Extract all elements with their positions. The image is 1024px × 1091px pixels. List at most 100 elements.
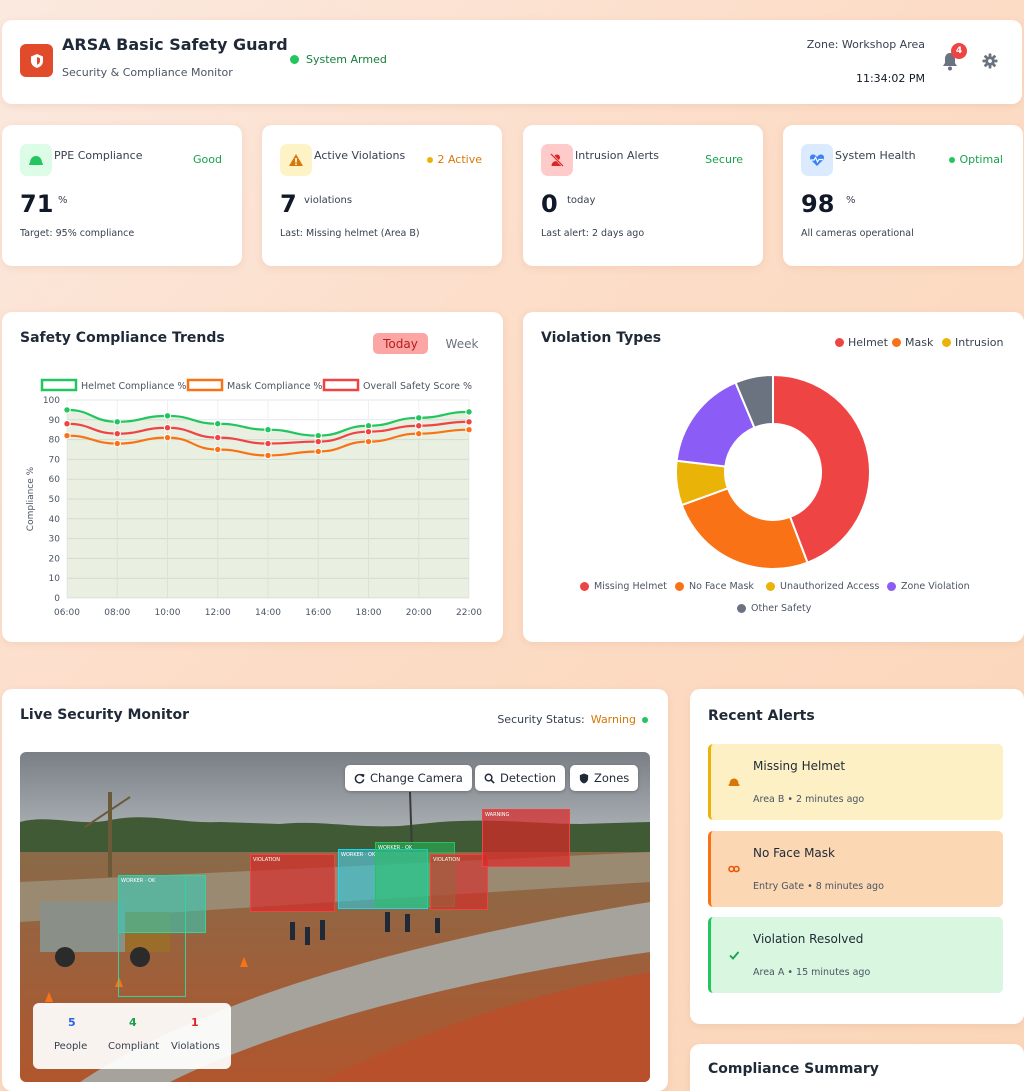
data-point <box>113 418 121 426</box>
stat-footer: Last: Missing helmet (Area B) <box>280 228 420 239</box>
notification-badge[interactable]: 4 <box>951 43 967 59</box>
legend-label: Intrusion <box>955 336 1004 349</box>
data-point <box>113 439 121 448</box>
shield-icon <box>579 772 589 784</box>
checkmark-icon <box>729 951 740 960</box>
detection-button[interactable]: Detection <box>475 765 565 791</box>
change-camera-label: Change Camera <box>370 771 463 785</box>
legend-label: Mask Compliance % <box>227 381 322 392</box>
x-tick-label: 08:00 <box>104 608 130 618</box>
donut-slice <box>680 487 809 570</box>
legend-dot-icon <box>737 604 746 613</box>
legend-label: Mask <box>905 336 934 349</box>
compliance-summary-card: Compliance Summary <box>690 1044 1024 1091</box>
x-tick-label: 06:00 <box>54 608 80 618</box>
security-status: Security Status: Warning <box>497 713 648 726</box>
zones-label: Zones <box>594 771 630 785</box>
donut-legend-item: Missing Helmet <box>580 581 667 592</box>
app-subtitle: Security & Compliance Monitor <box>62 66 233 79</box>
data-point <box>163 412 172 420</box>
legend-dot-icon <box>887 582 896 591</box>
y-tick-label: 20 <box>49 554 61 564</box>
violations-title: Violation Types <box>541 330 662 346</box>
data-point <box>415 429 423 438</box>
legend-dot-icon <box>942 338 951 347</box>
tab-today[interactable]: Today <box>373 333 428 354</box>
compliant-count: 4 <box>129 1016 137 1029</box>
x-tick-label: 20:00 <box>406 608 432 618</box>
violation-donut-chart <box>675 373 871 570</box>
legend-dot-icon <box>675 582 684 591</box>
legend-dot-icon <box>892 338 901 347</box>
data-point <box>163 433 172 442</box>
status-badge-text: 2 Active <box>437 153 482 166</box>
stat-footer: Target: 95% compliance <box>20 228 135 239</box>
status-badge: Optimal <box>949 153 1003 166</box>
detection-stats-panel: 5 People 4 Compliant 1 Violations <box>33 1003 231 1069</box>
alert-meta: Area B • 2 minutes ago <box>753 794 865 805</box>
status-dot-icon <box>290 55 299 64</box>
donut-legend-item: No Face Mask <box>675 581 754 592</box>
shield-logo-icon <box>20 44 53 77</box>
app-title: ARSA Basic Safety Guard <box>62 35 288 54</box>
stat-value: 71 <box>20 190 54 218</box>
stat-value: 7 <box>280 190 297 218</box>
legend-swatch <box>40 378 78 392</box>
stat-value: 98 <box>801 190 835 218</box>
data-point <box>465 418 473 426</box>
alert-title: Missing Helmet <box>753 759 846 773</box>
change-camera-button[interactable]: Change Camera <box>345 765 472 791</box>
data-point <box>264 426 272 434</box>
violation-types-card: Violation Types Helmet Mask Intrusion Mi… <box>523 312 1024 642</box>
tab-week[interactable]: Week <box>439 333 485 354</box>
user-slash-icon <box>541 144 573 176</box>
stat-footer: All cameras operational <box>801 228 914 239</box>
x-tick-label: 14:00 <box>255 608 281 618</box>
stat-label: System Health <box>835 149 916 162</box>
legend-label: Zone Violation <box>901 581 970 592</box>
alert-item-no-face-mask[interactable]: No Face Mask Entry Gate • 8 minutes ago <box>708 831 1003 907</box>
donut-legend-item: Unauthorized Access <box>766 581 879 592</box>
stat-unit: today <box>567 195 596 206</box>
y-tick-label: 30 <box>49 535 61 545</box>
detection-label: Detection <box>500 771 556 785</box>
search-icon <box>484 773 495 784</box>
stat-unit: violations <box>304 195 353 206</box>
recent-alerts-card: Recent Alerts Missing Helmet Area B • 2 … <box>690 689 1024 1024</box>
y-tick-label: 40 <box>49 515 61 525</box>
app-header: ARSA Basic Safety Guard Security & Compl… <box>2 20 1022 104</box>
legend-dot-icon <box>766 582 775 591</box>
alert-item-violation-resolved[interactable]: Violation Resolved Area A • 15 minutes a… <box>708 917 1003 993</box>
camera-feed[interactable]: WORKER · OK VIOLATION WORKER · OK WORKER… <box>20 752 650 1082</box>
ppe-compliance-card: PPE Compliance Good 71 % Target: 95% com… <box>2 125 242 266</box>
alerts-title: Recent Alerts <box>708 708 815 724</box>
violations-count: 1 <box>191 1016 199 1029</box>
stat-unit: % <box>846 195 856 206</box>
zones-button[interactable]: Zones <box>570 765 639 791</box>
status-badge-text: Good <box>193 153 222 166</box>
mask-icon <box>728 865 740 873</box>
x-tick-label: 12:00 <box>205 608 231 618</box>
stat-label: Active Violations <box>314 149 406 162</box>
status-badge: Secure <box>705 153 743 166</box>
data-point <box>465 408 473 416</box>
x-tick-label: 18:00 <box>356 608 382 618</box>
data-point <box>214 433 222 442</box>
x-tick-label: 10:00 <box>155 608 181 618</box>
data-point <box>415 422 423 430</box>
status-badge: Good <box>193 153 222 166</box>
status-badge-text: Optimal <box>959 153 1003 166</box>
trend-line-chart: Helmet Compliance % Mask Compliance % Over… <box>26 378 482 618</box>
data-point <box>314 447 322 456</box>
people-label: People <box>54 1041 88 1052</box>
data-point <box>214 445 222 454</box>
data-point <box>113 429 121 438</box>
status-dot-icon <box>642 716 648 723</box>
detection-box: WARNING <box>482 809 570 867</box>
legend-label: Unauthorized Access <box>780 581 880 592</box>
alert-item-missing-helmet[interactable]: Missing Helmet Area B • 2 minutes ago <box>708 744 1003 820</box>
detection-box <box>118 875 186 997</box>
monitor-title: Live Security Monitor <box>20 707 189 723</box>
gear-icon[interactable] <box>982 53 998 69</box>
badge-dot-icon <box>427 156 434 163</box>
